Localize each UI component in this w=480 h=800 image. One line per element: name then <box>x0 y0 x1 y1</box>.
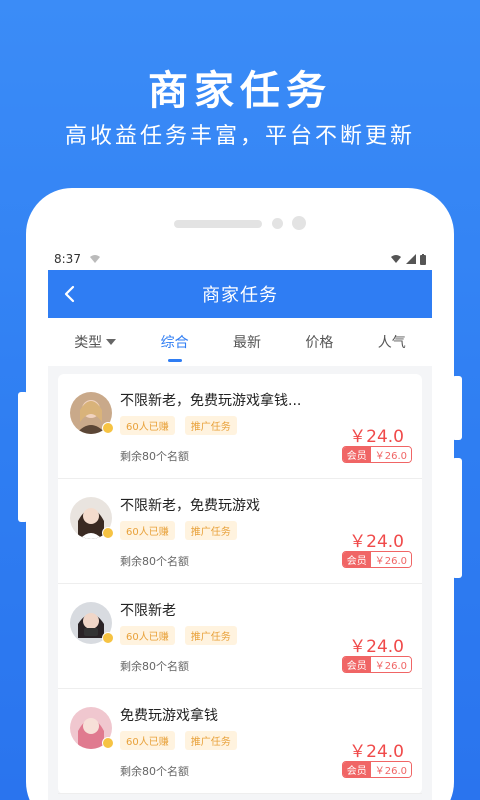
remaining-quota: 剩余80个名额 <box>120 555 189 568</box>
vip-badge-icon <box>102 527 114 539</box>
vip-price-badge: 会员 ￥26.0 <box>341 656 412 673</box>
promo-subtitle: 高收益任务丰富，平台不断更新 <box>64 124 415 149</box>
task-item[interactable]: 不限新老 60人已赚 推广任务 剩余80个名额 ￥24.0 会员 ￥26.0 <box>58 584 422 689</box>
tab-comprehensive[interactable]: 综合 <box>155 318 195 366</box>
task-tag: 60人已赚 <box>120 416 175 435</box>
task-list: 不限新老，免费玩游戏拿钱... 60人已赚 推广任务 剩余80个名额 ￥24.0… <box>58 374 422 794</box>
vip-price: ￥26.0 <box>370 552 411 567</box>
tab-label: 人气 <box>377 335 406 351</box>
vip-price-badge: 会员 ￥26.0 <box>341 551 412 568</box>
task-price: ￥24.0 <box>349 637 404 657</box>
vip-label: 会员 <box>342 447 371 462</box>
vip-label: 会员 <box>342 552 371 567</box>
vip-price: ￥26.0 <box>370 447 411 462</box>
status-time: 8:37 <box>54 252 81 266</box>
tab-active-indicator <box>167 359 182 362</box>
filter-tab-bar: 类型 综合 最新 价格 人气 <box>48 318 432 366</box>
remaining-quota: 剩余80个名额 <box>120 450 189 463</box>
task-title: 免费玩游戏拿钱 <box>120 708 218 724</box>
tab-price[interactable]: 价格 <box>299 318 339 366</box>
vip-badge-icon <box>102 632 114 644</box>
signal-icon <box>406 254 416 264</box>
wifi-icon <box>391 255 401 263</box>
vip-price-badge: 会员 ￥26.0 <box>341 446 412 463</box>
vip-price: ￥26.0 <box>370 762 411 777</box>
remaining-quota: 剩余80个名额 <box>120 660 189 673</box>
app-bar: 商家任务 <box>48 270 432 318</box>
vip-price-badge: 会员 ￥26.0 <box>341 761 412 778</box>
vip-label: 会员 <box>342 762 371 777</box>
task-title: 不限新老，免费玩游戏 <box>120 498 260 514</box>
tab-latest[interactable]: 最新 <box>227 318 267 366</box>
task-tag: 60人已赚 <box>120 626 175 645</box>
task-price: ￥24.0 <box>349 427 404 447</box>
tab-label: 最新 <box>232 335 261 351</box>
task-tag: 推广任务 <box>184 626 237 645</box>
back-arrow-icon[interactable] <box>58 282 82 306</box>
tab-label: 综合 <box>160 335 189 351</box>
vip-price: ￥26.0 <box>370 657 411 672</box>
task-price: ￥24.0 <box>349 742 404 762</box>
tab-label: 类型 <box>74 335 103 351</box>
vip-label: 会员 <box>342 657 371 672</box>
task-tag: 60人已赚 <box>120 731 175 750</box>
phone-sensor <box>272 218 283 229</box>
task-tag: 推广任务 <box>184 521 237 540</box>
wifi-off-icon <box>89 255 100 263</box>
vip-badge-icon <box>102 737 114 749</box>
task-price: ￥24.0 <box>349 532 404 552</box>
task-item[interactable]: 免费玩游戏拿钱 60人已赚 推广任务 剩余80个名额 ￥24.0 会员 ￥26.… <box>58 689 422 794</box>
phone-speaker <box>174 220 262 228</box>
phone-camera <box>292 216 306 230</box>
task-item[interactable]: 不限新老，免费玩游戏拿钱... 60人已赚 推广任务 剩余80个名额 ￥24.0… <box>58 374 422 479</box>
app-screen: 8:37 商家任务 类型 综合 最新 价格 人气 不限新老，免费玩游戏拿钱...… <box>48 248 432 800</box>
task-title: 不限新老，免费玩游戏拿钱... <box>120 393 302 409</box>
task-tag: 推广任务 <box>184 731 237 750</box>
tab-popularity[interactable]: 人气 <box>372 318 412 366</box>
page-title: 商家任务 <box>202 285 278 306</box>
remaining-quota: 剩余80个名额 <box>120 765 189 778</box>
status-bar: 8:37 <box>48 248 432 270</box>
battery-icon <box>420 253 426 265</box>
phone-frame: 8:37 商家任务 类型 综合 最新 价格 人气 不限新老，免费玩游戏拿钱...… <box>26 188 454 800</box>
task-tag: 推广任务 <box>184 416 237 435</box>
tab-type[interactable]: 类型 <box>68 318 122 366</box>
task-tag: 60人已赚 <box>120 521 175 540</box>
tab-label: 价格 <box>305 335 334 351</box>
dropdown-triangle-icon <box>106 339 117 345</box>
task-item[interactable]: 不限新老，免费玩游戏 60人已赚 推广任务 剩余80个名额 ￥24.0 会员 ￥… <box>58 479 422 584</box>
task-title: 不限新老 <box>120 603 176 619</box>
promo-title: 商家任务 <box>148 68 332 114</box>
vip-badge-icon <box>102 422 114 434</box>
